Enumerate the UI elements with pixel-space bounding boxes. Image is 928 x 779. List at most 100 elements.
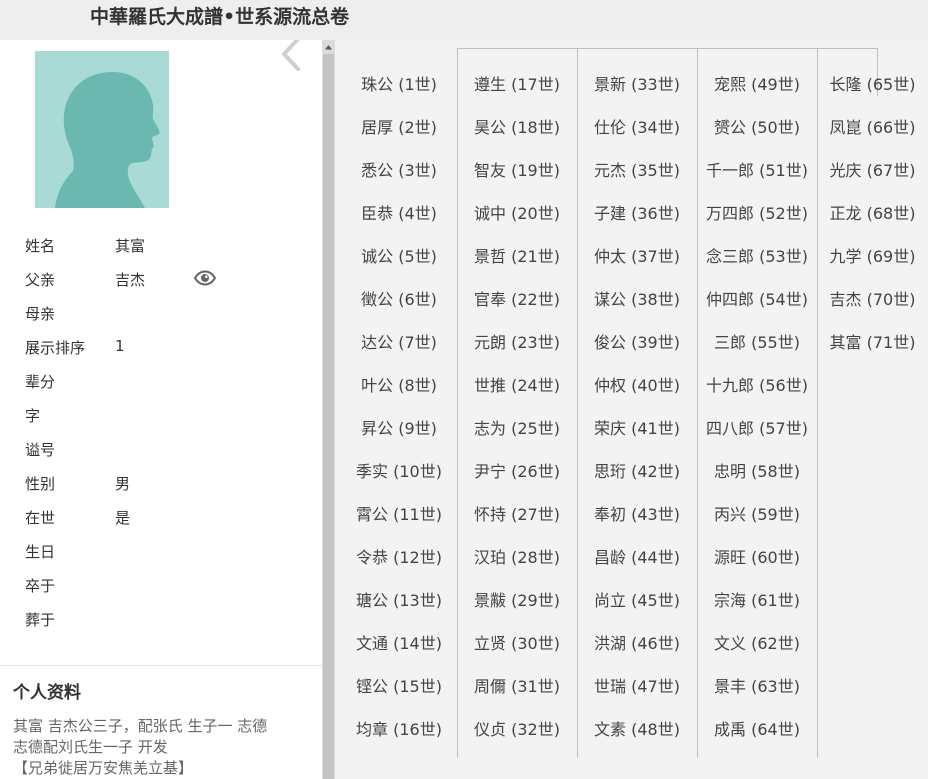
generation-item[interactable]: 仪贞 (32世)	[457, 716, 577, 740]
generation-item[interactable]: 官奉 (22世)	[457, 286, 577, 310]
generation-item[interactable]: 宠熙 (49世)	[697, 71, 817, 95]
generation-item[interactable]: 三郎 (55世)	[697, 329, 817, 353]
generation-item[interactable]: 奉初 (43世)	[577, 501, 697, 525]
generation-item[interactable]: 昊公 (18世)	[457, 114, 577, 138]
eye-icon	[193, 270, 217, 286]
field-label: 父亲	[25, 271, 56, 289]
bio-line: 【兄弟徙居万安焦羌立基】	[13, 759, 194, 777]
scroll-up-button[interactable]	[322, 40, 335, 54]
generation-item[interactable]: 正龙 (68世)	[817, 200, 928, 224]
field-value: 吉杰	[115, 271, 146, 289]
generation-item[interactable]: 思珩 (42世)	[577, 458, 697, 482]
generation-item[interactable]: 世瑞 (47世)	[577, 673, 697, 697]
collapse-panel-button[interactable]	[276, 40, 306, 74]
field-label: 姓名	[25, 237, 56, 255]
generation-item[interactable]: 文通 (14世)	[335, 630, 463, 654]
field-value: 男	[115, 475, 131, 493]
field-value: 其富	[115, 237, 146, 255]
field-label: 性别	[25, 475, 56, 493]
generation-item[interactable]: 景新 (33世)	[577, 71, 697, 95]
generation-column-divider	[817, 48, 818, 758]
generation-item[interactable]: 悉公 (3世)	[335, 157, 463, 181]
generation-item[interactable]: 十九郎 (56世)	[697, 372, 817, 396]
generation-item[interactable]: 尹宁 (26世)	[457, 458, 577, 482]
generation-item[interactable]: 成禹 (64世)	[697, 716, 817, 740]
generation-item[interactable]: 臣恭 (4世)	[335, 200, 463, 224]
generation-item[interactable]: 仲权 (40世)	[577, 372, 697, 396]
generation-item[interactable]: 周儞 (31世)	[457, 673, 577, 697]
generation-item[interactable]: 铿公 (15世)	[335, 673, 463, 697]
generation-item[interactable]: 立贤 (30世)	[457, 630, 577, 654]
bio-title: 个人资料	[13, 683, 81, 703]
field-label: 葬于	[25, 611, 56, 629]
generation-item[interactable]: 均章 (16世)	[335, 716, 463, 740]
generation-item[interactable]: 长隆 (65世)	[817, 71, 928, 95]
generation-item[interactable]: 元朗 (23世)	[457, 329, 577, 353]
generation-item[interactable]: 忠明 (58世)	[697, 458, 817, 482]
generation-item[interactable]: 俊公 (39世)	[577, 329, 697, 353]
scroll-thumb[interactable]	[323, 54, 334, 779]
section-divider	[0, 665, 322, 666]
generation-item[interactable]: 珠公 (1世)	[335, 71, 463, 95]
generation-item[interactable]: 徵公 (6世)	[335, 286, 463, 310]
generation-item[interactable]: 汉珀 (28世)	[457, 544, 577, 568]
generation-item[interactable]: 昇公 (9世)	[335, 415, 463, 439]
generation-item[interactable]: 其富 (71世)	[817, 329, 928, 353]
generation-item[interactable]: 尚立 (45世)	[577, 587, 697, 611]
generation-item[interactable]: 万四郎 (52世)	[697, 200, 817, 224]
generation-item[interactable]: 文素 (48世)	[577, 716, 697, 740]
generation-item[interactable]: 谋公 (38世)	[577, 286, 697, 310]
field-label: 展示排序	[25, 339, 86, 357]
generation-item[interactable]: 志为 (25世)	[457, 415, 577, 439]
generation-item[interactable]: 洪湖 (46世)	[577, 630, 697, 654]
generation-item[interactable]: 令恭 (12世)	[335, 544, 463, 568]
generation-item[interactable]: 念三郎 (53世)	[697, 243, 817, 267]
generations-panel: 珠公 (1世) 居厚 (2世) 悉公 (3世) 臣恭 (4世) 诚公 (5世) 徵公 (6…	[335, 40, 928, 779]
generation-item[interactable]: 季实 (10世)	[335, 458, 463, 482]
generation-item[interactable]: 仲四郎 (54世)	[697, 286, 817, 310]
generation-item[interactable]: 荣庆 (41世)	[577, 415, 697, 439]
generation-item[interactable]: 居厚 (2世)	[335, 114, 463, 138]
generation-item[interactable]: 元杰 (35世)	[577, 157, 697, 181]
field-label: 母亲	[25, 305, 56, 323]
generation-item[interactable]: 达公 (7世)	[335, 329, 463, 353]
generation-item[interactable]: 千一郎 (51世)	[697, 157, 817, 181]
generation-item[interactable]: 景哲 (21世)	[457, 243, 577, 267]
generation-item[interactable]: 诚中 (20世)	[457, 200, 577, 224]
generation-item[interactable]: 景丰 (63世)	[697, 673, 817, 697]
generation-item[interactable]: 吉杰 (70世)	[817, 286, 928, 310]
chevron-left-icon	[282, 40, 300, 71]
field-label: 辈分	[25, 373, 56, 391]
generation-item[interactable]: 宗海 (61世)	[697, 587, 817, 611]
field-label: 在世	[25, 509, 56, 527]
generation-item[interactable]: 诚公 (5世)	[335, 243, 463, 267]
generation-item[interactable]: 昌龄 (44世)	[577, 544, 697, 568]
generation-item[interactable]: 霄公 (11世)	[335, 501, 463, 525]
generation-item[interactable]: 四八郎 (57世)	[697, 415, 817, 439]
top-bar: 中華羅氏大成譜•世系源流总卷	[0, 0, 928, 40]
generation-item[interactable]: 遵生 (17世)	[457, 71, 577, 95]
bio-text: 其富 吉杰公三子，配张氏 生子一 志德 志德配刘氏生一子 开发 【兄弟徙居万安焦…	[13, 716, 313, 779]
generation-item[interactable]: 怀持 (27世)	[457, 501, 577, 525]
field-label: 生日	[25, 543, 56, 561]
generation-item[interactable]: 九学 (69世)	[817, 243, 928, 267]
bio-line: 志德配刘氏生一子 开发	[13, 738, 168, 756]
generation-item[interactable]: 智友 (19世)	[457, 157, 577, 181]
generation-item[interactable]: 凤崑 (66世)	[817, 114, 928, 138]
generation-item[interactable]: 丙兴 (59世)	[697, 501, 817, 525]
generation-item[interactable]: 景黻 (29世)	[457, 587, 577, 611]
field-label: 卒于	[25, 577, 56, 595]
view-father-button[interactable]	[193, 270, 217, 286]
generation-item[interactable]: 仕伦 (34世)	[577, 114, 697, 138]
generation-item[interactable]: 文义 (62世)	[697, 630, 817, 654]
generation-item[interactable]: 赟公 (50世)	[697, 114, 817, 138]
generation-item[interactable]: 光庆 (67世)	[817, 157, 928, 181]
generation-item[interactable]: 世推 (24世)	[457, 372, 577, 396]
generation-item[interactable]: 瑭公 (13世)	[335, 587, 463, 611]
generation-item[interactable]: 叶公 (8世)	[335, 372, 463, 396]
scrollbar[interactable]	[322, 40, 335, 779]
generation-item[interactable]: 源旺 (60世)	[697, 544, 817, 568]
generation-item[interactable]: 仲太 (37世)	[577, 243, 697, 267]
generation-item[interactable]: 子建 (36世)	[577, 200, 697, 224]
bio-line: 其富 吉杰公三子，配张氏 生子一 志德	[13, 717, 268, 735]
